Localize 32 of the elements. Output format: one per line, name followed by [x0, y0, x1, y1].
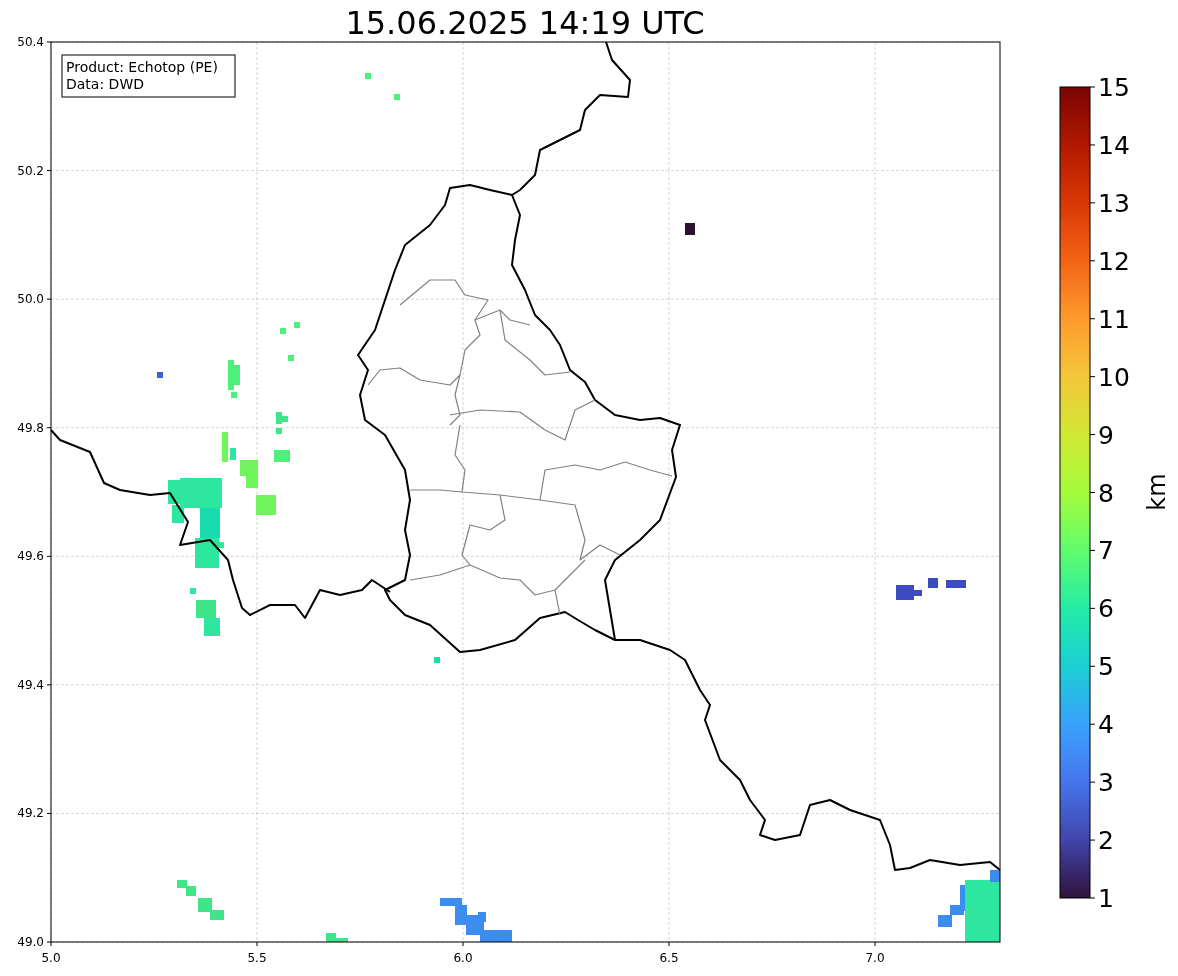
- axis-tick-label: 7.0: [865, 951, 885, 965]
- colorbar-tick-label: 1: [1098, 884, 1114, 913]
- colorbar-tick-label: 13: [1098, 188, 1130, 218]
- colorbar-tick-label: 14: [1098, 130, 1130, 160]
- colorbar-tick-label: 2: [1098, 826, 1114, 856]
- colorbar-tick-label: 3: [1098, 768, 1114, 798]
- axis-tick-label: 49.4: [17, 677, 44, 692]
- axis-tick-label: 49.6: [17, 549, 44, 564]
- colorbar-tick-label: 9: [1098, 420, 1114, 450]
- axis-tick-label: 50.2: [17, 163, 44, 178]
- colorbar-tick-label: 12: [1098, 246, 1130, 276]
- axis-tick-label: 50.0: [17, 292, 44, 307]
- colorbar-tick-label: 11: [1098, 304, 1130, 334]
- colorbar-tick-label: 6: [1098, 594, 1114, 624]
- colorbar-tick-label: 4: [1098, 710, 1114, 740]
- axis-tick-label: 6.5: [659, 951, 679, 965]
- colorbar-tick-label: 10: [1098, 362, 1130, 392]
- colorbar-tick-label: 8: [1098, 478, 1114, 508]
- colorbar-tick-label: 7: [1098, 536, 1114, 566]
- axis-tick-label: 49.8: [17, 420, 44, 435]
- axis-tick-label: 49.0: [17, 935, 44, 949]
- axis-tick-label: 49.2: [17, 806, 44, 821]
- colorbar-label: km: [1143, 473, 1171, 511]
- info-text: Product: Echotop (PE): [66, 59, 218, 75]
- axis-tick-label: 5.0: [41, 951, 61, 965]
- axis-tick-label: 50.4: [17, 35, 44, 49]
- info-text: Data: DWD: [66, 76, 144, 92]
- axis-tick-label: 6.0: [453, 951, 473, 965]
- axis-tick-label: 5.5: [247, 951, 267, 965]
- colorbar-tick-label: 15: [1098, 73, 1130, 102]
- chart-title: 15.06.2025 14:19 UTC: [345, 4, 705, 42]
- colorbar-tick-label: 5: [1098, 652, 1114, 682]
